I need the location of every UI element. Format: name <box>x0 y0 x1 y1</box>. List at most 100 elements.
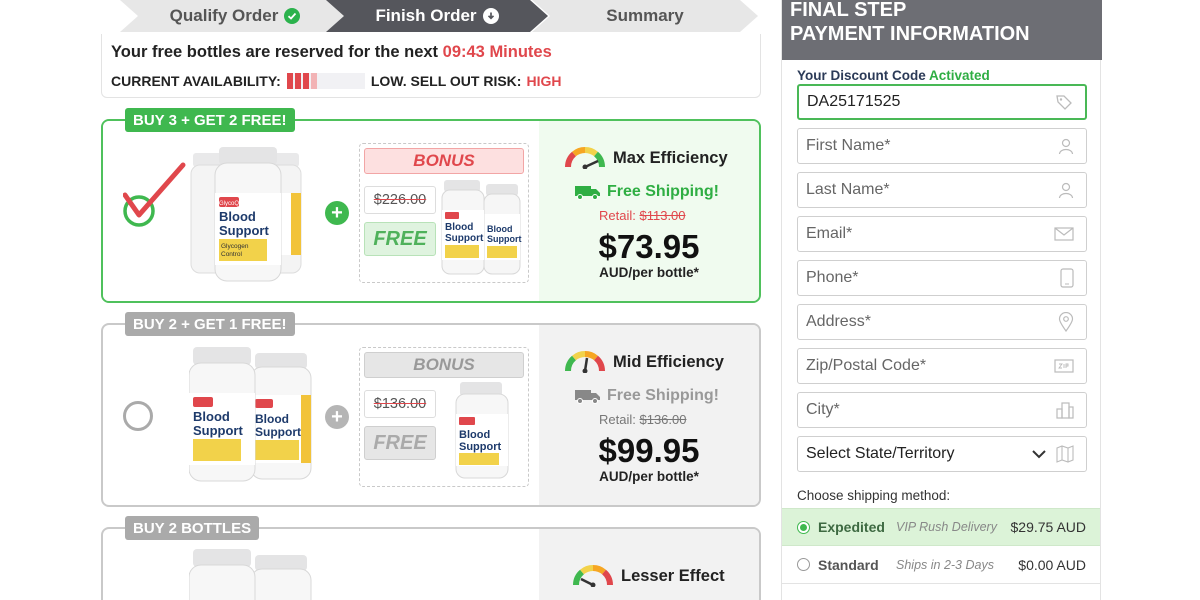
plus-icon: + <box>325 405 349 429</box>
last-name-field[interactable]: Last Name* <box>797 172 1087 208</box>
offer-price-panel: Mid Efficiency Free Shipping! Retail: $1… <box>539 325 759 505</box>
zip-code-field[interactable]: Zip/Postal Code* <box>797 348 1087 384</box>
availability-row: CURRENT AVAILABILITY: LOW. SELL OUT RISK… <box>111 73 561 89</box>
user-icon <box>1058 182 1074 199</box>
step-label: Qualify Order <box>169 6 279 25</box>
checkout-steps: Qualify Order Finish Order Summary <box>102 0 760 32</box>
bonus-old-price: $226.00 <box>364 186 436 214</box>
svg-text:Blood: Blood <box>255 412 289 426</box>
bonus-box: BONUS $226.00 FREE Blood Support Blood S… <box>359 143 529 283</box>
truck-icon <box>575 186 600 200</box>
map-pin-icon <box>1058 312 1074 332</box>
state-select[interactable]: Select State/Territory <box>797 436 1087 472</box>
step-summary[interactable]: Summary <box>532 0 758 32</box>
free-shipping: Free Shipping! <box>575 183 719 201</box>
shipping-name: Expedited <box>818 519 885 535</box>
discount-status: Activated <box>929 68 990 83</box>
svg-text:Blood: Blood <box>193 409 230 424</box>
step-finish-order[interactable]: Finish Order <box>326 0 548 32</box>
bonus-box: BONUS $136.00 FREE Blood Support <box>359 347 529 487</box>
tag-icon <box>1056 95 1072 110</box>
gauge-mid-icon <box>565 351 605 373</box>
price-unit: AUD/per bottle* <box>599 469 699 484</box>
risk-label: LOW. SELL OUT RISK: <box>370 73 522 89</box>
efficiency-label: Max Efficiency <box>613 148 728 167</box>
bonus-bottle-image: Blood Support <box>455 382 509 479</box>
discount-label: Your Discount Code Activated <box>797 68 990 83</box>
shipping-amount: $29.75 AUD <box>1010 519 1087 535</box>
retail-price: Retail: $136.00 <box>599 412 687 427</box>
efficiency-row: Max Efficiency <box>565 147 728 169</box>
efficiency-row: Mid Efficiency <box>565 351 724 373</box>
svg-text:Support: Support <box>255 425 301 439</box>
reservation-timer-box: Your free bottles are reserved for the n… <box>101 34 761 98</box>
product-bottles-image: GlycoQ Blood Support Glycogen Control <box>190 147 302 282</box>
shipping-name: Standard <box>818 556 879 573</box>
shipping-option-expedited[interactable]: Expedited VIP Rush Delivery $29.75 AUD <box>782 508 1100 546</box>
phone-field[interactable]: Phone* <box>797 260 1087 296</box>
email-field[interactable]: Email* <box>797 216 1087 252</box>
shipping-option-standard[interactable]: Standard Ships in 2-3 Days $0.00 AUD <box>782 546 1100 584</box>
offer-card-buy3[interactable]: GlycoQ Blood Support Glycogen Control + … <box>101 119 761 303</box>
user-icon <box>1058 138 1074 155</box>
form-title-line2: PAYMENT INFORMATION <box>790 23 1030 45</box>
step-label: Summary <box>606 6 684 25</box>
offer-price: $73.95 <box>598 228 700 265</box>
free-shipping: Free Shipping! <box>575 387 719 405</box>
brand-text: GlycoQ <box>219 201 239 207</box>
first-name-field[interactable]: First Name* <box>797 128 1087 164</box>
envelope-icon <box>1054 227 1074 241</box>
svg-text:Glycogen: Glycogen <box>221 243 249 250</box>
offer-radio[interactable] <box>123 401 153 431</box>
truck-icon <box>575 390 600 404</box>
city-field[interactable]: City* <box>797 392 1087 428</box>
timer-prefix: Your free bottles are reserved for the n… <box>111 43 439 61</box>
bonus-old-price: $136.00 <box>364 390 436 418</box>
price-unit: AUD/per bottle* <box>599 265 699 280</box>
chevron-down-icon <box>1032 450 1046 459</box>
shipping-label: Free Shipping! <box>607 387 719 404</box>
plus-icon: + <box>325 201 349 225</box>
svg-text:Support: Support <box>193 423 243 438</box>
offer-card-buy2-get1[interactable]: Blood Support Blood Support + BONUS $136… <box>101 323 761 507</box>
svg-text:Blood: Blood <box>459 429 490 441</box>
offer-tag: BUY 2 BOTTLES <box>125 516 260 540</box>
shipping-amount: $0.00 AUD <box>1018 556 1086 573</box>
offer-price-panel: Max Efficiency Free Shipping! Retail: $1… <box>539 121 759 301</box>
shipping-label: Free Shipping! <box>607 183 719 200</box>
offer-price-panel: Lesser Effect <box>539 529 759 600</box>
step-label: Finish Order <box>375 6 477 25</box>
availability-label: CURRENT AVAILABILITY: <box>111 73 281 89</box>
shipping-radio[interactable] <box>797 520 810 534</box>
offer-tag: BUY 2 + GET 1 FREE! <box>125 312 295 336</box>
shipping-method-label: Choose shipping method: <box>797 488 951 503</box>
bonus-label: BONUS <box>364 148 524 174</box>
check-circle-icon <box>284 8 301 24</box>
address-field[interactable]: Address* <box>797 304 1087 340</box>
discount-code-input[interactable]: DA25171525 <box>797 84 1087 120</box>
svg-text:Support: Support <box>487 234 522 244</box>
form-header: FINAL STEP PAYMENT INFORMATION <box>782 0 1102 60</box>
download-circle-icon <box>482 8 499 24</box>
svg-text:Support: Support <box>219 223 269 238</box>
phone-icon <box>1060 268 1074 288</box>
shipping-radio[interactable] <box>797 558 810 571</box>
map-icon <box>1056 445 1074 463</box>
product-bottles-image: Blood Support Blood Support <box>189 347 312 482</box>
offer-tag: BUY 3 + GET 2 FREE! <box>125 108 295 132</box>
svg-text:Blood: Blood <box>445 222 473 233</box>
countdown: 09:43 Minutes <box>442 43 552 61</box>
bonus-free-label: FREE <box>364 426 436 460</box>
gauge-max-icon <box>565 147 605 169</box>
bonus-bottles-image: Blood Support Blood Support <box>441 180 522 275</box>
payment-form-panel: FINAL STEP PAYMENT INFORMATION Your Disc… <box>781 0 1102 600</box>
risk-value: HIGH <box>526 73 562 89</box>
svg-text:Blood: Blood <box>219 209 256 224</box>
efficiency-row: Lesser Effect <box>573 565 725 587</box>
reservation-timer: Your free bottles are reserved for the n… <box>111 43 552 62</box>
efficiency-label: Mid Efficiency <box>613 352 724 371</box>
shipping-desc: Ships in 2-3 Days <box>896 557 994 572</box>
step-qualify-order[interactable]: Qualify Order <box>120 0 350 32</box>
selected-check-icon[interactable] <box>123 161 187 231</box>
checkout-page: Qualify Order Finish Order Summary Your … <box>0 0 1200 600</box>
